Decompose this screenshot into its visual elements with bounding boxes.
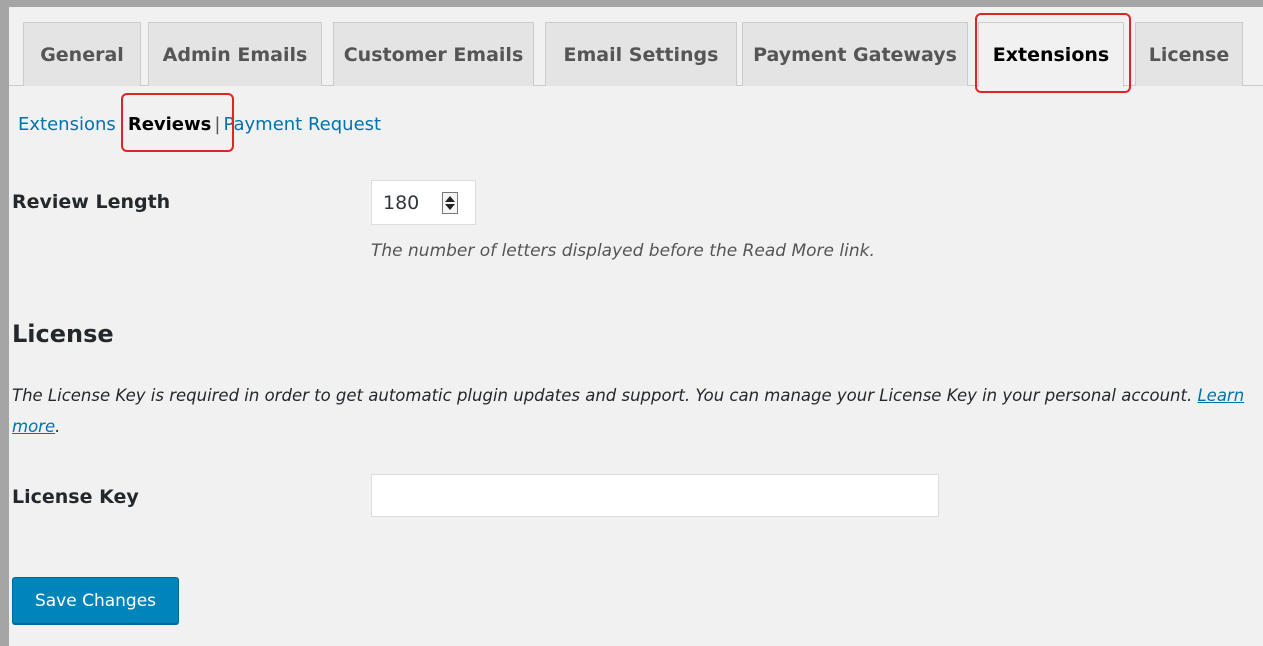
tab-general[interactable]: General — [23, 22, 141, 86]
tab-payment-gateways[interactable]: Payment Gateways — [742, 22, 968, 86]
tab-license[interactable]: License — [1135, 22, 1243, 86]
review-length-value: 180 — [383, 191, 420, 214]
spinner-arrows-icon[interactable] — [442, 192, 458, 214]
license-heading: License — [12, 320, 114, 348]
tab-email-settings[interactable]: Email Settings — [545, 22, 737, 86]
subnav-separator: | — [118, 113, 125, 135]
save-changes-button[interactable]: Save Changes — [12, 577, 179, 624]
tab-admin-emails[interactable]: Admin Emails — [148, 22, 322, 86]
review-length-description: The number of letters displayed before t… — [371, 241, 875, 261]
sub-navigation: Extensions | Reviews | Payment Request — [18, 110, 381, 138]
license-description-end: . — [55, 417, 61, 436]
license-description: The License Key is required in order to … — [12, 380, 1252, 442]
subnav-payment-request-link[interactable]: Payment Request — [223, 114, 381, 135]
subnav-extensions-link[interactable]: Extensions — [18, 114, 116, 135]
tab-extensions[interactable]: Extensions — [978, 22, 1124, 87]
subnav-reviews-current: Reviews — [127, 113, 212, 135]
subnav-separator: | — [214, 113, 221, 135]
review-length-stepper[interactable]: 180 — [371, 180, 476, 225]
settings-page: General Admin Emails Customer Emails Ema… — [0, 0, 1263, 646]
review-length-label: Review Length — [12, 191, 171, 213]
license-key-label: License Key — [12, 486, 139, 508]
settings-tabs: General Admin Emails Customer Emails Ema… — [9, 22, 1263, 87]
license-description-text: The License Key is required in order to … — [12, 386, 1198, 405]
license-key-input[interactable] — [371, 474, 939, 517]
tab-customer-emails[interactable]: Customer Emails — [333, 22, 534, 86]
